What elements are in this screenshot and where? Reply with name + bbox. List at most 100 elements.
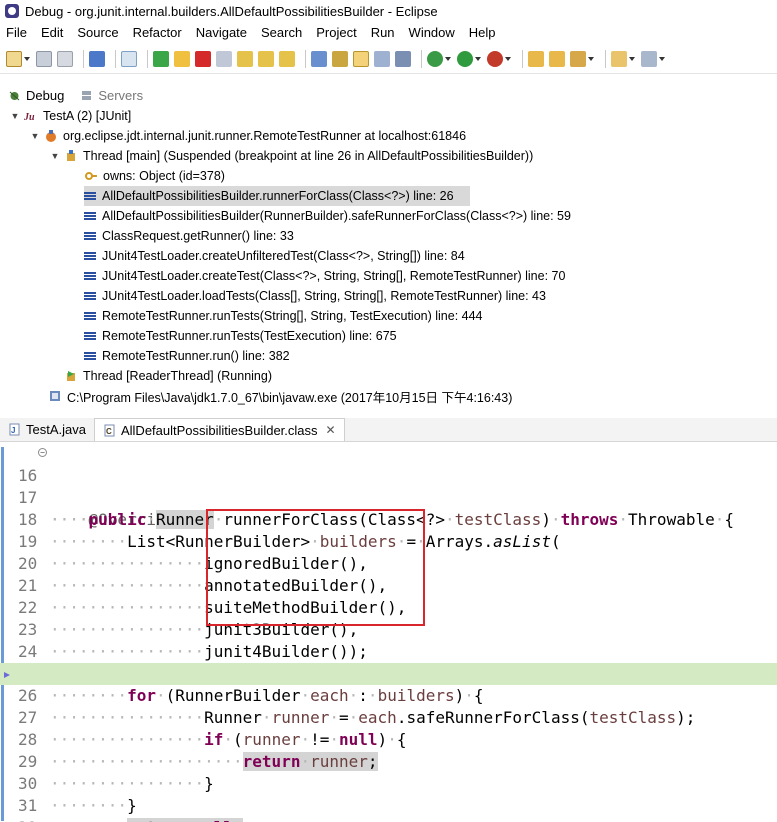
run-icon[interactable]: [457, 50, 473, 67]
code-line-25[interactable]: 25 ········for·(RunnerBuilder·each·:·bui…: [0, 641, 777, 705]
code-line-18[interactable]: 18 ········List<RunnerBuilder>·builders·…: [0, 487, 777, 551]
close-tab-icon[interactable]: ✕: [326, 423, 336, 437]
menu-help[interactable]: Help: [462, 25, 503, 40]
menu-search[interactable]: Search: [254, 25, 309, 40]
tree-item-monitor[interactable]: owns: Object (id=378): [84, 166, 225, 186]
tree-item-launch[interactable]: ▼ Ju TestA (2) [JUnit]: [10, 106, 132, 126]
stack-frame[interactable]: JUnit4TestLoader.createTest(Class<?>, St…: [84, 266, 565, 286]
collapse-icon[interactable]: ▼: [30, 131, 40, 141]
process-icon: [50, 391, 60, 401]
menu-refactor[interactable]: Refactor: [126, 25, 189, 40]
code-line-16[interactable]: 16 − ····@Override: [0, 443, 777, 529]
search-dropdown-icon[interactable]: [588, 56, 594, 61]
java-file-icon: J: [9, 423, 20, 436]
tree-item-label: RemoteTestRunner.run() line: 382: [102, 349, 290, 363]
stack-frame-icon: [84, 270, 96, 282]
step-return-icon[interactable]: [279, 50, 295, 67]
open-console-icon[interactable]: [374, 50, 390, 67]
toolbar-separator: [115, 49, 116, 68]
stack-frame[interactable]: JUnit4TestLoader.loadTests(Class[], Stri…: [84, 286, 546, 306]
code-line-27[interactable]: 27 ················if·(runner·!=·null)·{: [0, 685, 777, 749]
code-line-31[interactable]: 31 ········return·null;: [0, 773, 777, 822]
tree-item-thread-main[interactable]: ▼ Thread [main] (Suspended (breakpoint a…: [50, 146, 534, 166]
code-line-30[interactable]: 30 ········}: [0, 751, 777, 815]
code-line-28[interactable]: 28 ····················return·runner;: [0, 707, 777, 771]
search-icon[interactable]: [570, 50, 586, 67]
tree-item-label: RemoteTestRunner.runTests(TestExecution)…: [102, 329, 397, 343]
toolbar-separator: [147, 49, 148, 68]
new-icon[interactable]: [6, 50, 22, 67]
use-step-filters-icon[interactable]: [332, 50, 348, 67]
resume-icon[interactable]: [153, 50, 169, 67]
stack-frame-selected[interactable]: AllDefaultPossibilitiesBuilder.runnerFor…: [84, 186, 470, 206]
tree-item-label: Thread [ReaderThread] (Running): [83, 369, 272, 383]
skip-breakpoints-icon[interactable]: [121, 50, 137, 67]
code-line-17[interactable]: 17 ····public·Runner·runnerForClass(Clas…: [0, 465, 777, 529]
code-text: ········return·null;: [50, 817, 243, 822]
terminal-icon[interactable]: [89, 50, 105, 67]
stack-frame[interactable]: RemoteTestRunner.runTests(String[], Stri…: [84, 306, 483, 326]
tab-debug[interactable]: Debug: [0, 84, 73, 106]
stack-frame[interactable]: ClassRequest.getRunner() line: 33: [84, 226, 294, 246]
fold-collapse-icon[interactable]: −: [38, 448, 47, 457]
save-icon[interactable]: [36, 50, 52, 67]
stack-frame[interactable]: RemoteTestRunner.runTests(TestExecution)…: [84, 326, 397, 346]
code-line-29[interactable]: 29 ················}: [0, 729, 777, 793]
new-dropdown-icon[interactable]: [24, 56, 30, 61]
menu-project[interactable]: Project: [309, 25, 363, 40]
tree-item-thread-reader[interactable]: Thread [ReaderThread] (Running): [64, 366, 272, 386]
tree-item-vm[interactable]: ▼ org.eclipse.jdt.internal.junit.runner.…: [30, 126, 466, 146]
drop-to-frame-icon[interactable]: [311, 50, 327, 67]
tree-item-label: AllDefaultPossibilitiesBuilder(RunnerBui…: [102, 209, 571, 223]
next-annotation-icon[interactable]: [611, 50, 627, 67]
stack-frame-icon: [84, 190, 96, 202]
terminate-icon[interactable]: [195, 50, 211, 67]
menu-file[interactable]: File: [0, 25, 34, 40]
menu-run[interactable]: Run: [364, 25, 402, 40]
tree-item-label: ClassRequest.getRunner() line: 33: [102, 229, 294, 243]
external-tools-icon[interactable]: [487, 50, 503, 67]
tab-servers[interactable]: Servers: [72, 84, 151, 106]
tree-item-process[interactable]: C:\Program Files\Java\jdk1.7.0_67\bin\ja…: [48, 386, 512, 406]
stack-frame[interactable]: AllDefaultPossibilitiesBuilder(RunnerBui…: [84, 206, 571, 226]
debug-run-icon[interactable]: [427, 50, 443, 67]
menu-source[interactable]: Source: [70, 25, 125, 40]
step-into-icon[interactable]: [237, 50, 253, 67]
editor-tabs: J TestA.java C AllDefaultPossibilitiesBu…: [0, 418, 777, 442]
toolbar-separator: [605, 49, 606, 68]
menu-window[interactable]: Window: [402, 25, 462, 40]
stack-frame-icon: [84, 310, 96, 322]
toolbar-separator: [421, 49, 422, 68]
save-all-icon[interactable]: [57, 50, 73, 67]
stack-frame[interactable]: RemoteTestRunner.run() line: 382: [84, 346, 290, 366]
collapse-icon[interactable]: ▼: [10, 111, 20, 121]
collapse-icon[interactable]: ▼: [50, 151, 60, 161]
tree-item-label: Thread [main] (Suspended (breakpoint at …: [83, 149, 534, 163]
debug-dropdown-icon[interactable]: [445, 56, 451, 61]
stack-frame[interactable]: JUnit4TestLoader.createUnfilteredTest(Cl…: [84, 246, 465, 266]
highlighter-icon[interactable]: [353, 50, 369, 67]
back-icon[interactable]: [641, 50, 657, 67]
tab-label: AllDefaultPossibilitiesBuilder.class: [120, 422, 318, 438]
tab-alldefault-class[interactable]: C AllDefaultPossibilitiesBuilder.class ✕: [93, 418, 345, 441]
show-whitespace-icon[interactable]: [395, 50, 411, 67]
suspend-icon[interactable]: [174, 50, 190, 67]
external-tools-dropdown-icon[interactable]: [505, 56, 511, 61]
tab-testa-java[interactable]: J TestA.java: [0, 418, 94, 441]
next-annotation-dropdown-icon[interactable]: [629, 56, 635, 61]
main-toolbar: [0, 44, 777, 74]
menu-edit[interactable]: Edit: [34, 25, 70, 40]
disconnect-icon[interactable]: [216, 50, 232, 67]
back-dropdown-icon[interactable]: [659, 56, 665, 61]
new-package-icon[interactable]: [528, 50, 544, 67]
line-number: 32: [18, 817, 42, 822]
annotation-box: [206, 509, 425, 626]
run-dropdown-icon[interactable]: [475, 56, 481, 61]
code-line-32[interactable]: 32 ····}: [0, 795, 777, 822]
menu-navigate[interactable]: Navigate: [189, 25, 254, 40]
step-over-icon[interactable]: [258, 50, 274, 67]
toolbar-separator: [305, 49, 306, 68]
open-type-icon[interactable]: [549, 50, 565, 67]
code-editor[interactable]: 16 − ····@Override 17 ····public·Runner·…: [0, 443, 777, 822]
code-line-26-current[interactable]: 26 ················Runner·runner·=·each.…: [0, 663, 777, 727]
